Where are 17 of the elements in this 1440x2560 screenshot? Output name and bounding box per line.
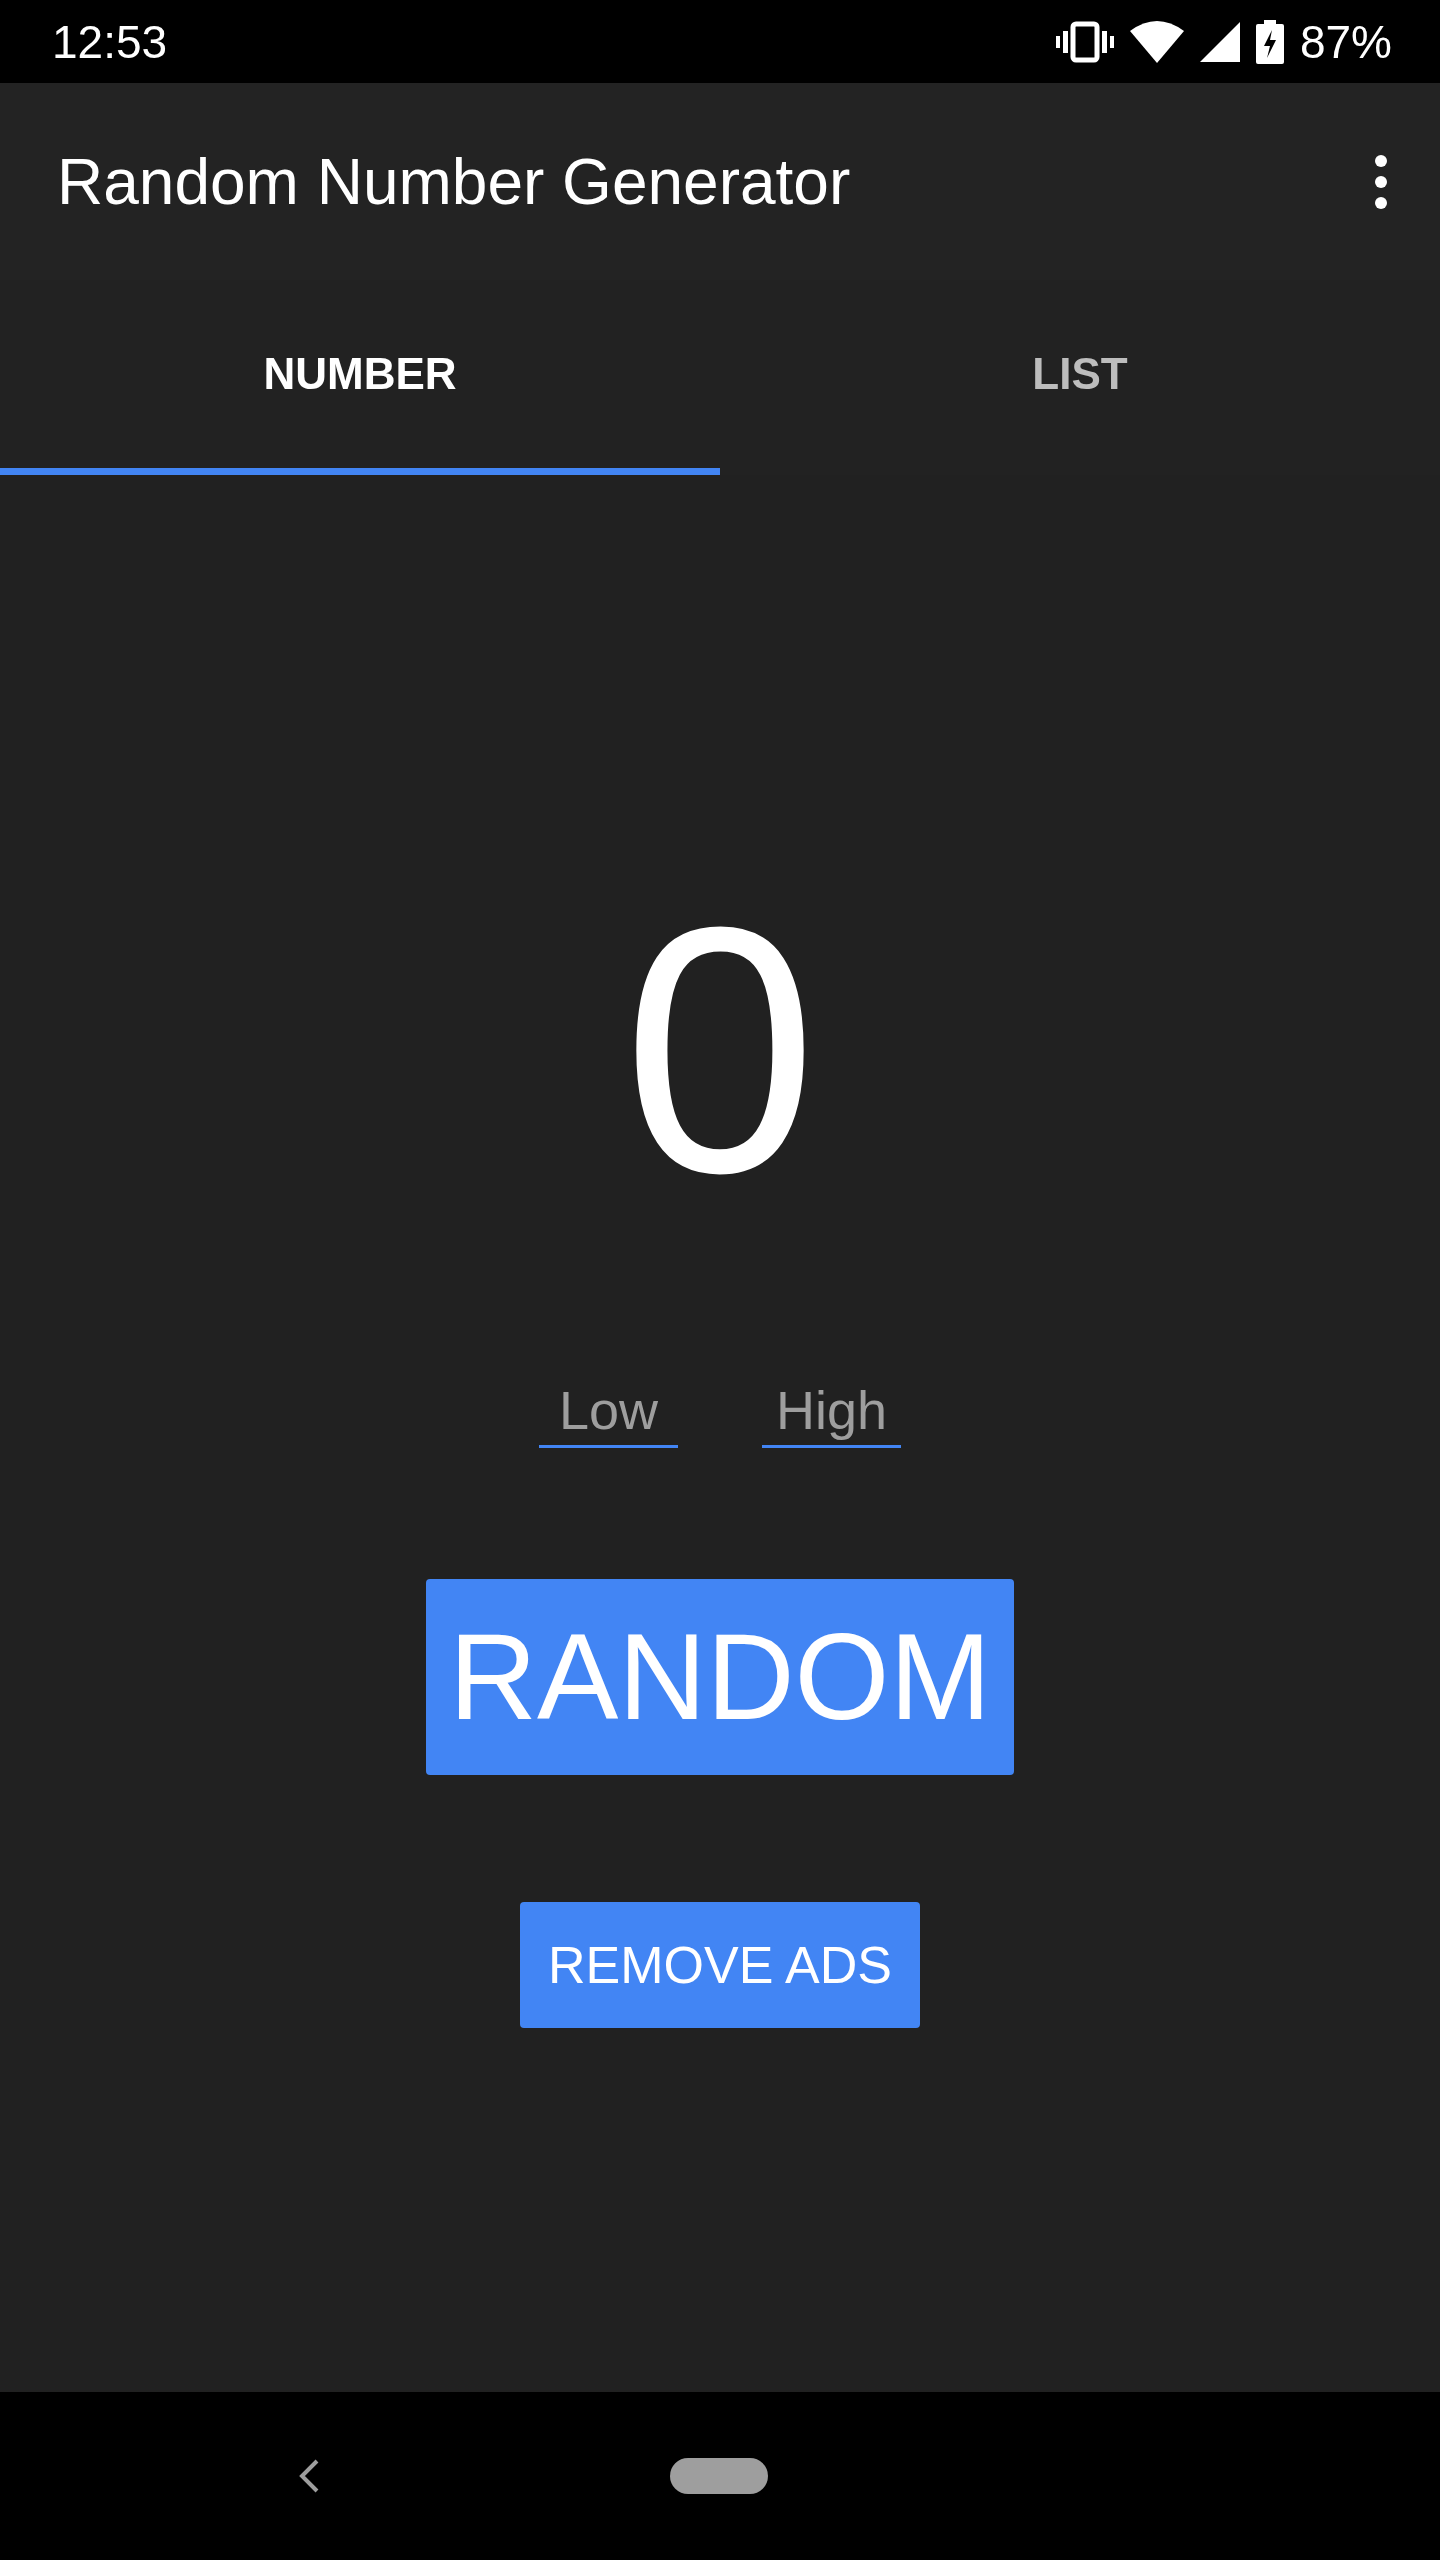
signal-icon bbox=[1199, 21, 1240, 62]
random-button[interactable]: RANDOM bbox=[426, 1579, 1014, 1775]
tab[interactable]: NUMBER bbox=[0, 280, 720, 475]
vibrate-icon bbox=[1055, 20, 1114, 63]
remove-ads-button[interactable]: REMOVE ADS bbox=[520, 1902, 920, 2028]
random-number: 0 bbox=[622, 875, 818, 1225]
back-icon[interactable] bbox=[298, 2458, 320, 2494]
battery-icon bbox=[1255, 19, 1284, 64]
wifi-icon bbox=[1129, 20, 1184, 63]
range-field[interactable]: Low bbox=[539, 1375, 678, 1448]
clock-time: 12:53 bbox=[52, 14, 168, 69]
more-options-icon[interactable] bbox=[1374, 153, 1388, 210]
battery-percentage: 87% bbox=[1299, 14, 1392, 69]
range-field[interactable]: High bbox=[762, 1375, 901, 1448]
app-title: Random Number Generator bbox=[57, 144, 851, 219]
tab[interactable]: LIST bbox=[720, 280, 1440, 475]
home-pill[interactable] bbox=[670, 2458, 768, 2494]
